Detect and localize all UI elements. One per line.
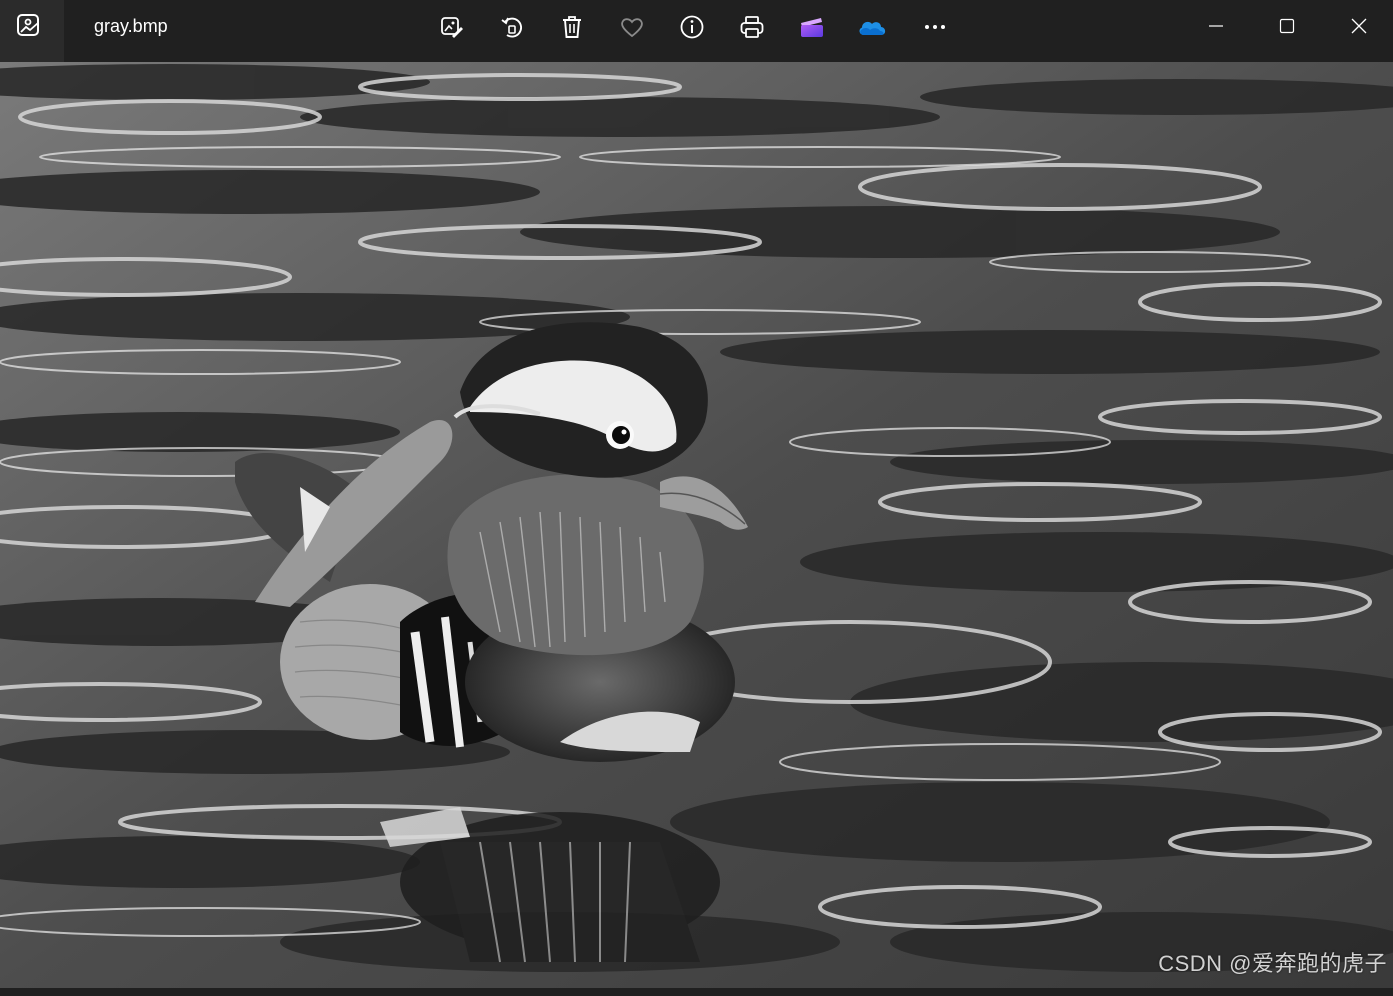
favorite-button[interactable] — [615, 10, 649, 44]
favorite-heart-icon — [621, 18, 643, 38]
delete-button[interactable] — [555, 10, 589, 44]
onedrive-cloud-icon — [859, 21, 886, 35]
rotate-icon — [501, 17, 523, 38]
maximize-button[interactable] — [1264, 6, 1310, 46]
more-options-icon — [925, 25, 945, 29]
clipchamp-button[interactable] — [795, 10, 829, 44]
edit-image-button[interactable] — [435, 10, 469, 44]
edit-image-icon — [441, 17, 463, 38]
clipchamp-icon — [801, 18, 823, 37]
window-bottom-border — [0, 988, 1393, 996]
delete-icon — [563, 16, 581, 38]
maximize-icon — [1279, 18, 1295, 34]
file-name: gray.bmp — [94, 16, 168, 36]
print-button[interactable] — [735, 10, 769, 44]
print-icon — [740, 16, 764, 38]
watermark-text: CSDN @爱奔跑的虎子 — [1158, 951, 1387, 976]
app-tab[interactable] — [0, 0, 64, 62]
info-icon — [680, 15, 704, 39]
rotate-button[interactable] — [495, 10, 529, 44]
title-bar: gray.bmp — [0, 0, 1393, 62]
displayed-photo — [0, 62, 1393, 988]
minimize-icon — [1209, 25, 1223, 27]
info-button[interactable] — [675, 10, 709, 44]
close-button[interactable] — [1336, 6, 1382, 46]
image-viewer[interactable]: CSDN @爱奔跑的虎子 — [0, 62, 1393, 988]
close-icon — [1351, 18, 1367, 34]
more-options-button[interactable] — [918, 10, 952, 44]
photos-app-icon — [17, 14, 39, 36]
onedrive-button[interactable] — [855, 10, 889, 44]
minimize-button[interactable] — [1193, 6, 1239, 46]
